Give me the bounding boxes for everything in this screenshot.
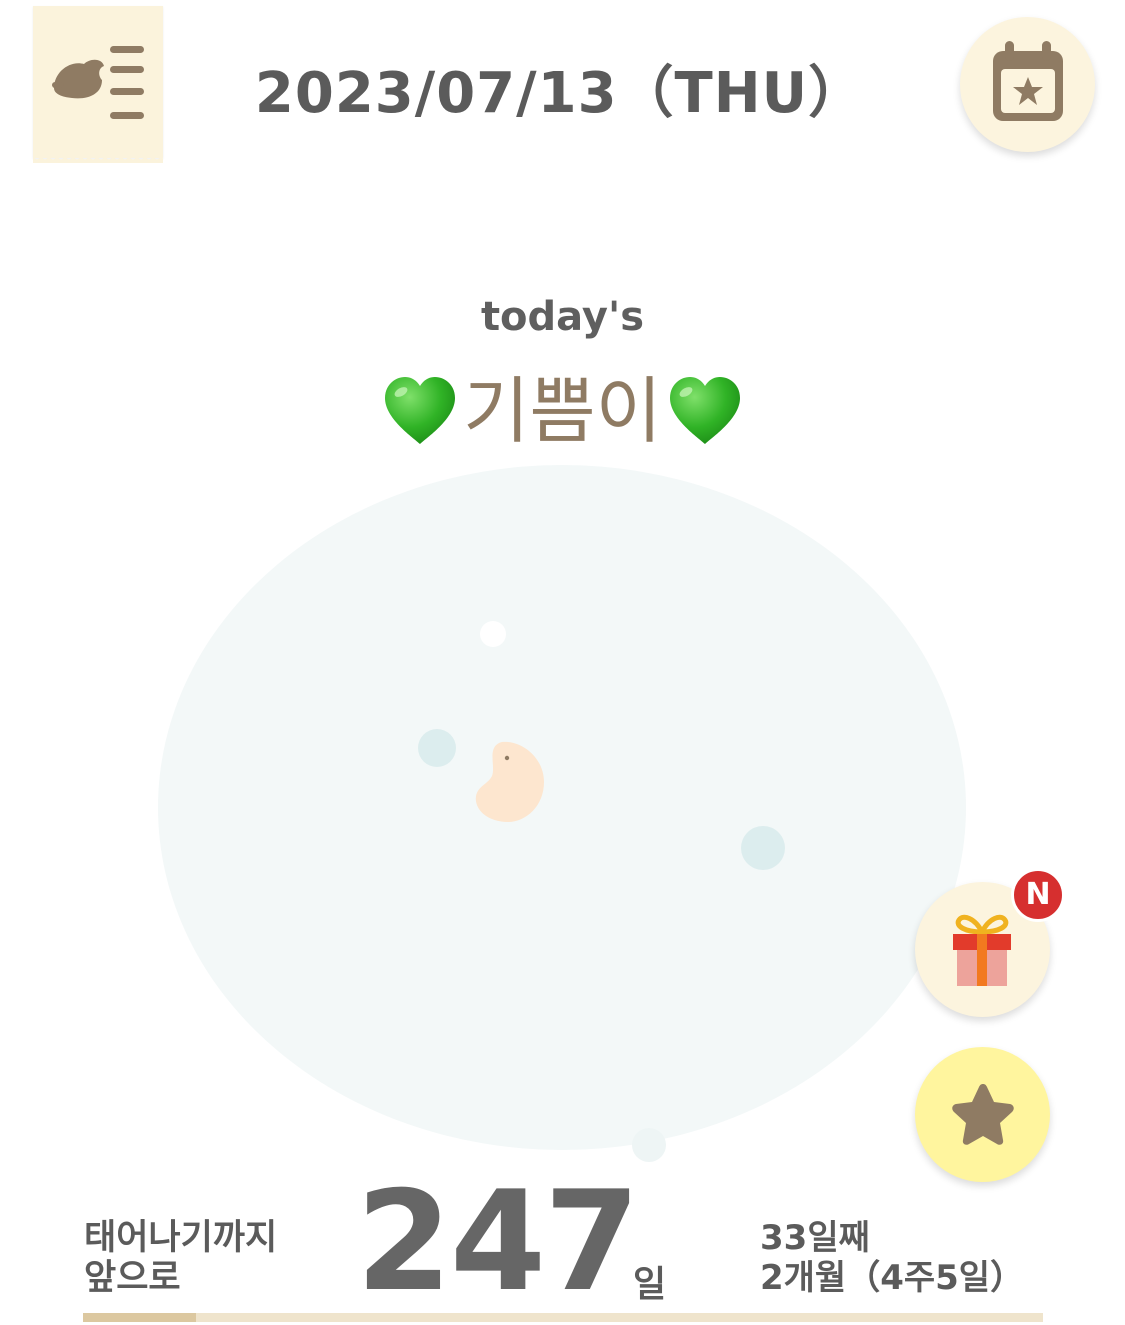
pregnancy-progress-fill: [83, 1313, 197, 1322]
date-title: 2023/07/13（THU）: [254, 61, 866, 126]
calendar-button[interactable]: [960, 17, 1095, 152]
bubble: [418, 729, 456, 767]
todays-label: today's: [480, 294, 645, 340]
days-remaining-count: 247: [356, 1161, 640, 1322]
new-badge: N: [1011, 868, 1065, 922]
favorite-star-button[interactable]: [915, 1047, 1050, 1182]
gestation-info: 33일째 2개월（4주5일）: [760, 1218, 1024, 1298]
gestation-week-info: 2개월（4주5일）: [760, 1258, 1025, 1298]
remaining-label: 태어나기까지 앞으로: [84, 1218, 277, 1298]
bubble: [632, 1128, 666, 1162]
pregnancy-progress-bar: [83, 1313, 1043, 1322]
bubble: [741, 826, 785, 870]
star-icon: [952, 1084, 1014, 1145]
baby-nickname-row: 기쁨이: [0, 368, 1125, 454]
womb-illustration: [158, 465, 966, 1150]
gift-icon: [953, 914, 1011, 986]
baby-nickname: 기쁨이: [463, 369, 662, 453]
bubble: [480, 621, 506, 647]
days-unit: 일: [633, 1264, 667, 1305]
remaining-label-line2: 앞으로: [84, 1258, 181, 1298]
gestation-day-count: 33일째: [760, 1218, 870, 1258]
baby-embryo[interactable]: [472, 738, 548, 824]
green-heart-icon: [385, 377, 456, 444]
green-heart-icon: [669, 377, 740, 444]
calendar-star-icon: [993, 41, 1063, 121]
remaining-label-line1: 태어나기까지: [84, 1218, 278, 1258]
